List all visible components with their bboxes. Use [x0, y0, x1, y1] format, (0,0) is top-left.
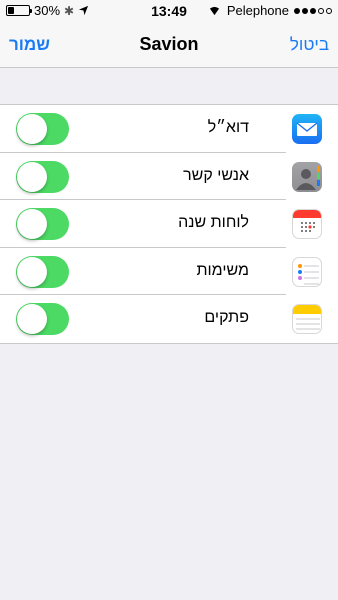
row-label: דוא״ל — [207, 119, 249, 136]
toggle-knob — [17, 209, 47, 240]
sync-toggle[interactable] — [16, 160, 69, 193]
reminders-icon — [292, 256, 322, 287]
list-item: משימות — [0, 248, 338, 296]
mail-icon — [292, 114, 322, 144]
signal-dot — [302, 7, 308, 14]
list-item: דוא״ל — [0, 105, 338, 153]
toggle-knob — [17, 161, 47, 192]
toggle-knob — [17, 256, 47, 287]
signal-strength-icon — [294, 7, 332, 14]
status-bar: 30% ✱ 13:49 Pelephone — [0, 0, 338, 22]
wifi-icon — [209, 6, 219, 16]
signal-dot — [326, 7, 332, 14]
cancel-button[interactable]: ביטול — [290, 35, 329, 55]
signal-dot — [294, 7, 300, 14]
contacts-icon — [292, 161, 322, 192]
row-label: משימות — [196, 261, 249, 279]
signal-dot — [310, 7, 316, 14]
list-item: פתקים — [0, 295, 338, 343]
status-right: Pelephone — [207, 3, 332, 18]
row-label: לוחות שנה — [178, 214, 249, 232]
row-label: אנשי קשר — [183, 166, 249, 184]
signal-dot — [318, 7, 324, 14]
toggle-knob — [17, 114, 47, 144]
page-title: Savion — [139, 34, 199, 54]
row-label: פתקים — [204, 309, 249, 327]
list-item: אנשי קשר — [0, 153, 338, 201]
sync-settings-list: דוא״ל אנשי קשר לוחות שנה משימות פתקים — [0, 104, 338, 344]
sync-toggle[interactable] — [16, 303, 69, 336]
toggle-knob — [17, 304, 47, 335]
notes-icon — [292, 304, 322, 335]
list-item: לוחות שנה — [0, 200, 338, 248]
sync-toggle[interactable] — [16, 113, 69, 145]
calendar-icon — [292, 209, 322, 240]
sync-toggle[interactable] — [16, 208, 69, 241]
navigation-bar: שמור Savion ביטול — [0, 22, 338, 68]
sync-toggle[interactable] — [16, 255, 69, 288]
carrier-name: Pelephone — [226, 3, 289, 18]
